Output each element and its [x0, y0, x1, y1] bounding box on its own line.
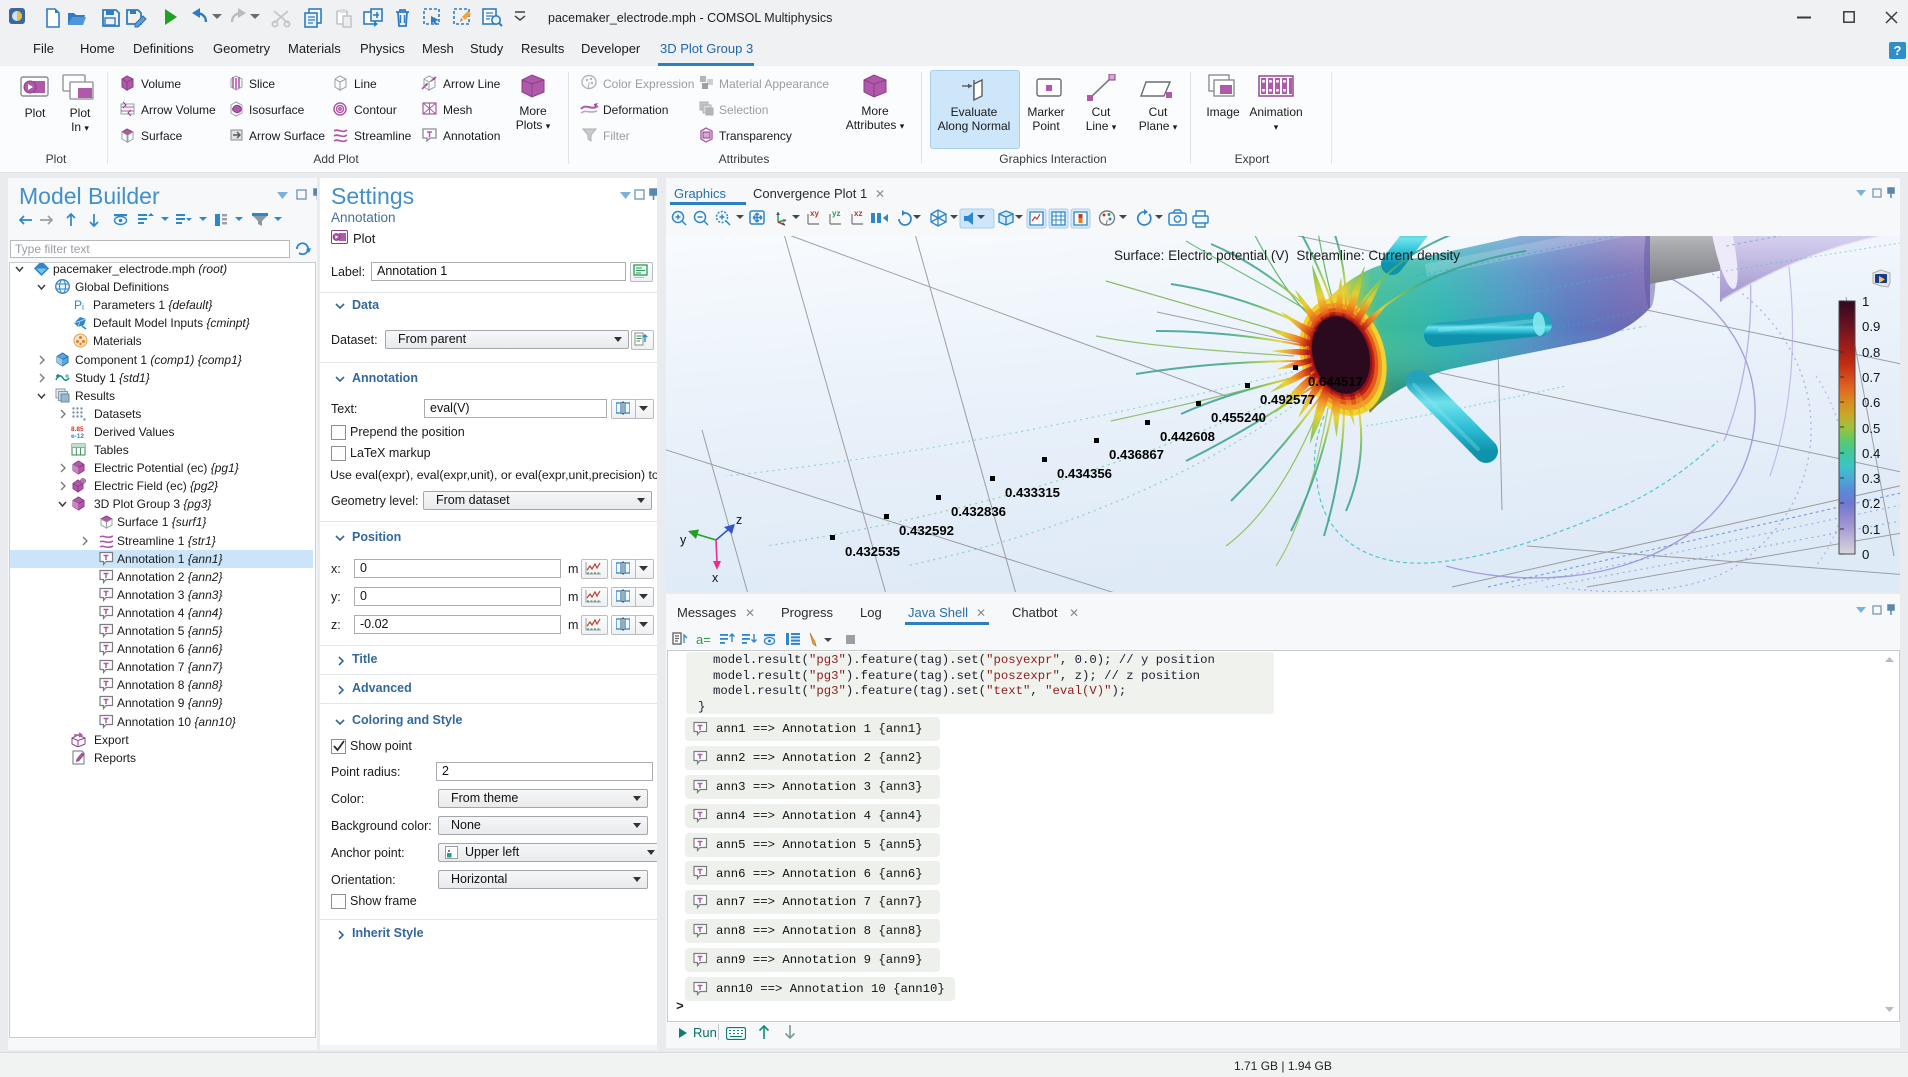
svg-text:Surface: Electric potential (V: Surface: Electric potential (V) Streamli…	[1114, 248, 1460, 263]
svg-text:0.434356: 0.434356	[1057, 466, 1112, 481]
svg-text:0.9: 0.9	[1862, 319, 1880, 334]
svg-text:xz: xz	[854, 209, 862, 218]
svg-text:0.433315: 0.433315	[1005, 485, 1060, 500]
svg-text:0.644517: 0.644517	[1308, 374, 1363, 389]
svg-text:0.2: 0.2	[1862, 496, 1880, 511]
svg-text:0.432592: 0.432592	[899, 523, 954, 538]
svg-text:xy: xy	[810, 209, 819, 218]
svg-text:0.492577: 0.492577	[1260, 392, 1315, 407]
svg-text:a=: a=	[696, 632, 711, 647]
svg-text:0.7: 0.7	[1862, 370, 1880, 385]
svg-text:0.4: 0.4	[1862, 446, 1880, 461]
svg-text:0.436867: 0.436867	[1109, 447, 1164, 462]
svg-text:y: y	[680, 533, 687, 547]
svg-text:0.432535: 0.432535	[845, 544, 900, 559]
svg-text:z: z	[736, 513, 742, 527]
svg-text:0.1: 0.1	[1862, 522, 1880, 537]
svg-text:i: i	[82, 302, 84, 312]
svg-text:0.8: 0.8	[1862, 345, 1880, 360]
svg-text:1: 1	[1862, 294, 1869, 309]
svg-text:0.3: 0.3	[1862, 471, 1880, 486]
svg-text:0.5: 0.5	[1862, 421, 1880, 436]
svg-text:0.442608: 0.442608	[1160, 429, 1215, 444]
svg-text:?: ?	[1894, 43, 1902, 58]
svg-text:P: P	[74, 298, 82, 312]
svg-text:0: 0	[1862, 547, 1869, 562]
svg-text:yz: yz	[832, 209, 840, 218]
svg-text:0.432836: 0.432836	[951, 504, 1006, 519]
svg-text:8.85: 8.85	[71, 426, 84, 433]
svg-text:x: x	[712, 571, 719, 585]
svg-text:e-12: e-12	[71, 433, 84, 439]
svg-text:0.6: 0.6	[1862, 395, 1880, 410]
svg-text:0.455240: 0.455240	[1211, 410, 1266, 425]
